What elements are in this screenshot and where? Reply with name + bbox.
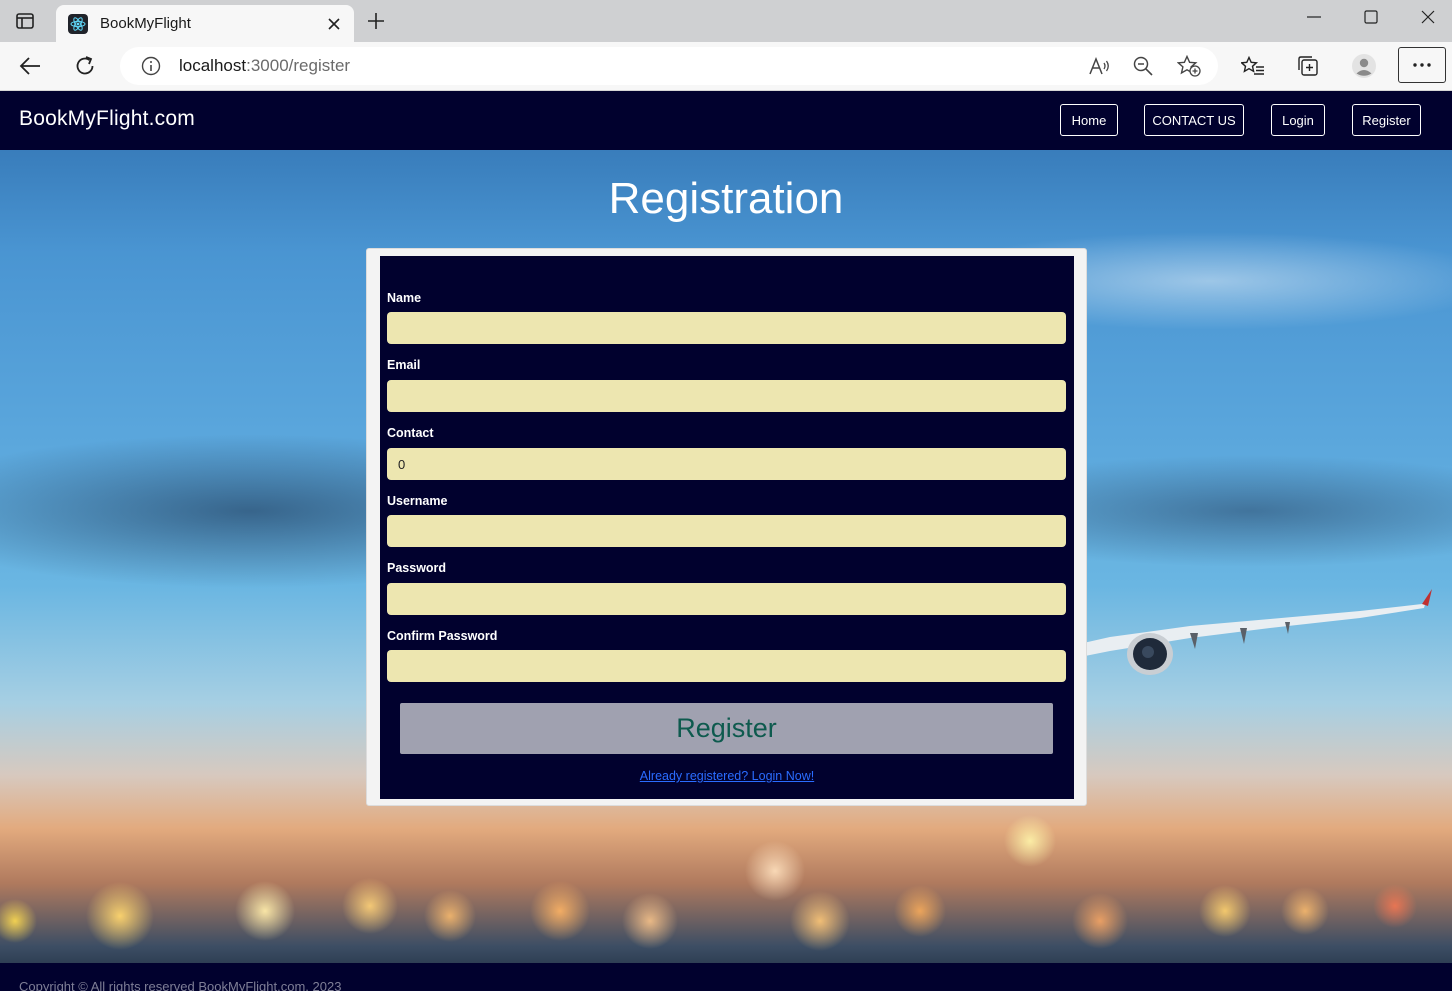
info-icon[interactable]: [140, 55, 162, 77]
contact-input[interactable]: [387, 448, 1066, 480]
address-bar[interactable]: localhost:3000/register: [120, 47, 1218, 85]
maximize-button[interactable]: [1343, 0, 1399, 34]
site-footer: Copyright © All rights reserved BookMyFl…: [0, 963, 1452, 991]
maximize-icon: [1364, 10, 1378, 24]
nav-contact-link[interactable]: CONTACT US: [1144, 104, 1244, 136]
name-label: Name: [387, 291, 422, 305]
nav-login-link[interactable]: Login: [1271, 104, 1325, 136]
username-input[interactable]: [387, 515, 1066, 547]
react-logo-icon: [68, 13, 88, 34]
minimize-icon: [1307, 16, 1321, 18]
new-tab-button[interactable]: [362, 7, 390, 35]
tab-actions-button[interactable]: [8, 7, 42, 35]
browser-toolbar: localhost:3000/register: [0, 42, 1452, 91]
favorites-icon: [1241, 56, 1264, 75]
url-path: :3000/register: [246, 56, 351, 75]
refresh-button[interactable]: [67, 48, 103, 84]
nav-home-link[interactable]: Home: [1060, 104, 1118, 136]
contact-label: Contact: [387, 426, 434, 440]
registration-form: Name Email Contact Username Password Con…: [380, 256, 1074, 799]
password-label: Password: [387, 561, 447, 575]
close-icon: [1421, 10, 1435, 24]
tab-title: BookMyFlight: [100, 15, 191, 32]
register-submit-button[interactable]: Register: [400, 703, 1053, 754]
footer-copyright: Copyright © All rights reserved BookMyFl…: [19, 979, 342, 991]
airplane-image: [1070, 589, 1432, 675]
site-navbar: BookMyFlight.com Home CONTACT US Login R…: [0, 91, 1452, 150]
favorites-button[interactable]: [1237, 50, 1269, 82]
plus-icon: [368, 13, 384, 29]
name-input[interactable]: [387, 312, 1066, 344]
confirm-password-input[interactable]: [387, 650, 1066, 682]
page-viewport: BookMyFlight.com Home CONTACT US Login R…: [0, 91, 1452, 991]
site-brand[interactable]: BookMyFlight.com: [19, 107, 195, 131]
more-icon: [1413, 63, 1431, 67]
browser-tab-strip: BookMyFlight: [0, 0, 1452, 42]
profile-icon: [1352, 54, 1376, 78]
window-close-button[interactable]: [1400, 0, 1452, 34]
email-label: Email: [387, 358, 421, 372]
page-title: Registration: [608, 174, 844, 223]
tab-actions-icon: [16, 13, 34, 29]
settings-more-button[interactable]: [1398, 47, 1446, 83]
minimize-button[interactable]: [1286, 0, 1342, 34]
confirm-password-label: Confirm Password: [387, 629, 498, 643]
browser-tab[interactable]: BookMyFlight: [56, 5, 354, 42]
back-button[interactable]: [12, 48, 48, 84]
url-host: localhost: [179, 56, 247, 75]
password-input[interactable]: [387, 583, 1066, 615]
zoom-out-icon[interactable]: [1129, 52, 1157, 80]
background-bokeh-lights: [0, 811, 1452, 961]
registration-card: Name Email Contact Username Password Con…: [366, 248, 1087, 806]
collections-button[interactable]: [1292, 50, 1324, 82]
close-icon: [328, 17, 340, 30]
refresh-icon: [76, 56, 94, 75]
tab-close-button[interactable]: [320, 10, 348, 38]
read-aloud-icon[interactable]: [1086, 52, 1114, 80]
nav-register-link[interactable]: Register: [1352, 104, 1421, 136]
profile-button[interactable]: [1348, 50, 1380, 82]
login-now-link[interactable]: Already registered? Login Now!: [380, 769, 1074, 783]
username-label: Username: [387, 494, 448, 508]
back-arrow-icon: [19, 57, 40, 75]
email-input[interactable]: [387, 380, 1066, 412]
url-text: localhost:3000/register: [179, 56, 350, 76]
collections-icon: [1298, 56, 1318, 76]
add-favorite-icon[interactable]: [1175, 52, 1203, 80]
